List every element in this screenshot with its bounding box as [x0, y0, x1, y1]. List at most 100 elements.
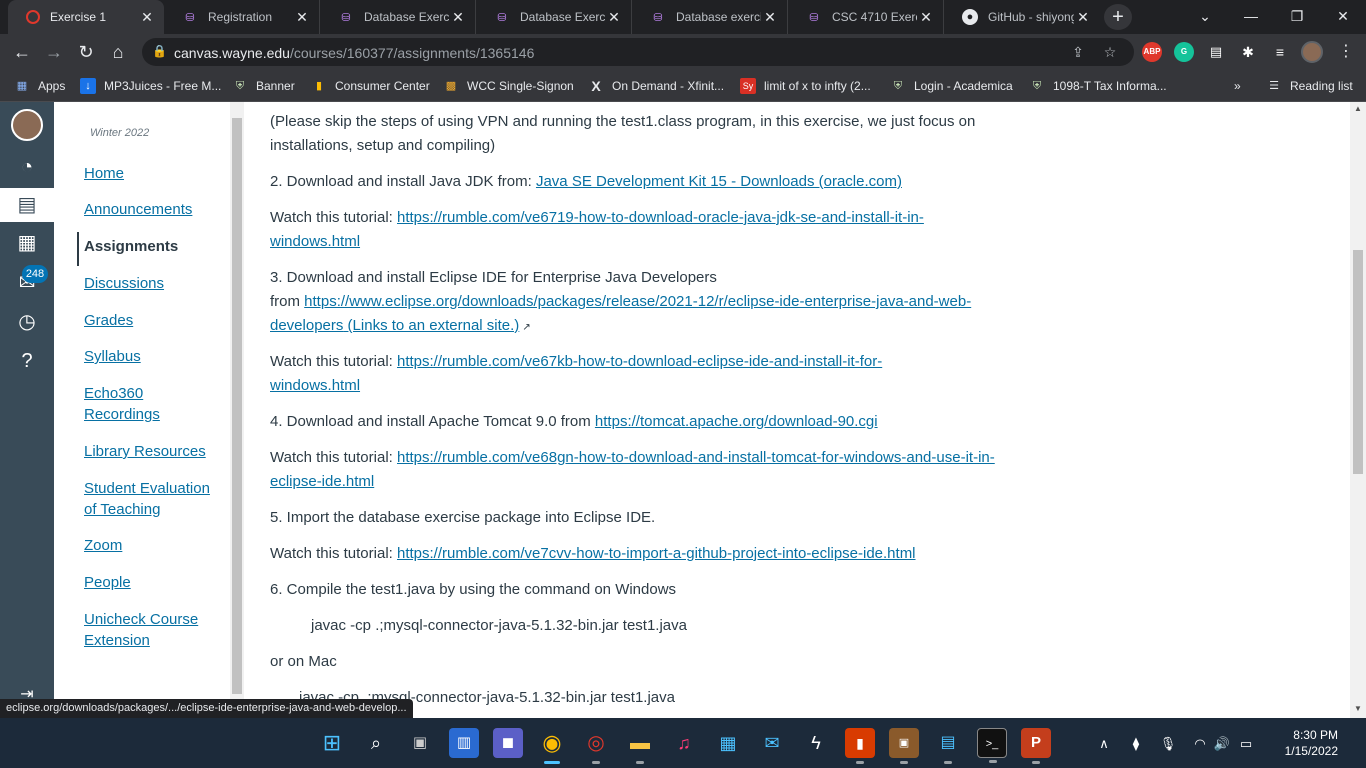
file-explorer-icon[interactable]: ▬ — [625, 728, 655, 764]
powerpoint-icon[interactable]: P — [1021, 728, 1051, 764]
bookmark-consumer-center[interactable]: ▮ Consumer Center — [311, 76, 430, 96]
page-scrollbar[interactable]: ▲ ▼ — [1350, 102, 1366, 718]
media-control-icon[interactable]: ≡ — [1270, 42, 1290, 62]
database-icon: ⛁ — [185, 11, 195, 24]
course-nav-grades[interactable]: Grades — [84, 310, 224, 331]
close-window-button[interactable]: ✕ — [1320, 0, 1366, 34]
courses-icon[interactable]: ▤ — [0, 188, 54, 222]
office-icon[interactable]: ▮ — [845, 728, 875, 764]
minimize-button[interactable]: — — [1228, 0, 1274, 34]
system-clock[interactable]: 8:30 PM 1/15/2022 — [1262, 727, 1338, 759]
adblock-icon[interactable]: ABP — [1142, 42, 1162, 62]
tab-registration[interactable]: ⛁ Registration ✕ — [164, 0, 320, 34]
course-nav-unicheck[interactable]: Unicheck Course Extension — [84, 609, 224, 651]
close-icon[interactable]: ✕ — [761, 9, 779, 26]
share-icon[interactable]: ⇪ — [1068, 42, 1088, 62]
reload-button[interactable]: ↻ — [73, 39, 99, 65]
course-nav-echo360[interactable]: Echo360 Recordings — [84, 383, 174, 425]
course-nav-syllabus[interactable]: Syllabus — [84, 346, 224, 367]
global-navigation: ◔ ▤ ▦ ✉ 248 ◷ ? ⇥ — [0, 102, 54, 718]
task-view-icon[interactable]: ▣ — [405, 728, 435, 758]
course-nav-student-evaluation[interactable]: Student Evaluation of Teaching — [84, 478, 224, 520]
bookmark-wcc[interactable]: ▩ WCC Single-Signon — [443, 76, 574, 96]
game-icon[interactable]: ▣ — [889, 728, 919, 764]
url-text[interactable]: canvas.wayne.edu/courses/160377/assignme… — [174, 45, 534, 61]
course-nav-library[interactable]: Library Resources — [84, 441, 224, 462]
help-icon[interactable]: ? — [12, 346, 42, 376]
bookmark-banner[interactable]: ⛨ Banner — [232, 76, 295, 96]
wifi-icon[interactable]: ◠ — [1190, 734, 1210, 754]
import-tutorial-link[interactable]: https://rumble.com/ve7cvv-how-to-import-… — [397, 545, 916, 562]
bookmark-1098t[interactable]: ⛨ 1098-T Tax Informa... — [1029, 76, 1167, 96]
bookmark-xfinity[interactable]: X On Demand - Xfinit... — [588, 76, 724, 96]
remote-desktop-icon[interactable]: ▤ — [933, 728, 963, 764]
close-icon[interactable]: ✕ — [917, 9, 935, 26]
tomcat-download-link[interactable]: https://tomcat.apache.org/download-90.cg… — [595, 413, 878, 430]
microsoft-store-icon[interactable]: ▦ — [713, 728, 743, 758]
dropbox-icon[interactable]: ⧫ — [1126, 734, 1146, 754]
course-nav-home[interactable]: Home — [84, 163, 224, 184]
course-nav-zoom[interactable]: Zoom — [84, 535, 224, 556]
teams-chat-icon[interactable]: ◼ — [493, 728, 523, 758]
tab-database-exercise-2[interactable]: ⛁ Database Exercis ✕ — [476, 0, 632, 34]
course-nav-people[interactable]: People — [84, 572, 224, 593]
bookmark-mp3juices[interactable]: ↓ MP3Juices - Free M... — [80, 76, 221, 96]
scroll-thumb[interactable] — [1353, 250, 1363, 474]
back-button[interactable]: ← — [9, 39, 35, 65]
restore-button[interactable]: ❐ — [1274, 0, 1320, 34]
jdk-download-link[interactable]: Java SE Development Kit 15 - Downloads (… — [536, 173, 902, 190]
tab-exercise-1[interactable]: Exercise 1 ✕ — [8, 0, 164, 34]
address-bar[interactable]: 🔒 canvas.wayne.edu/courses/160377/assign… — [142, 38, 1134, 66]
scroll-up-icon[interactable]: ▲ — [1353, 104, 1363, 113]
search-icon[interactable]: ⌕ — [361, 728, 391, 758]
windows-start-icon[interactable]: ⊞ — [317, 728, 347, 758]
bookmark-symbolab[interactable]: Sy limit of x to infty (2... — [740, 76, 871, 96]
calendar-icon[interactable]: ▦ — [12, 228, 42, 258]
chrome-icon[interactable]: ◉ — [537, 728, 567, 764]
reading-list-button[interactable]: ☰ Reading list — [1266, 76, 1353, 96]
app-icon-ring[interactable]: ◎ — [581, 728, 611, 764]
show-hidden-icons[interactable]: ∧ — [1094, 734, 1114, 754]
close-icon[interactable]: ✕ — [138, 9, 156, 26]
close-icon[interactable]: ✕ — [605, 9, 623, 26]
tab-database-exercise-1[interactable]: ⛁ Database Exercis ✕ — [320, 0, 476, 34]
extension-icon[interactable]: ▤ — [1206, 42, 1226, 62]
bookmark-apps[interactable]: ▦ Apps — [14, 76, 66, 96]
course-nav-announcements[interactable]: Announcements — [84, 199, 224, 220]
tab-search-icon[interactable]: ⌄ — [1182, 0, 1228, 34]
close-icon[interactable]: ✕ — [449, 9, 467, 26]
account-avatar[interactable] — [11, 109, 43, 141]
itunes-icon[interactable]: ♫ — [669, 728, 699, 758]
widgets-icon[interactable]: ▥ — [449, 728, 479, 758]
home-button[interactable]: ⌂ — [105, 39, 131, 65]
forward-button[interactable]: → — [41, 39, 67, 65]
scroll-thumb[interactable] — [232, 118, 242, 694]
more-menu-icon[interactable]: ⋮ — [1335, 39, 1357, 65]
course-nav-assignments[interactable]: Assignments — [84, 236, 224, 257]
dashboard-icon[interactable]: ◔ — [12, 152, 42, 182]
extensions-puzzle-icon[interactable]: ✱ — [1238, 42, 1258, 62]
scroll-down-icon[interactable]: ▼ — [1353, 704, 1363, 713]
terminal-icon[interactable]: >_ — [977, 728, 1007, 763]
tab-github[interactable]: ● GitHub - shiyong ✕ — [944, 0, 1100, 34]
profile-avatar[interactable] — [1301, 41, 1323, 63]
history-icon[interactable]: ◷ — [12, 307, 42, 337]
course-nav-scrollbar[interactable] — [230, 102, 244, 718]
app-icon-bolt[interactable]: ϟ — [801, 728, 831, 758]
database-icon: ⛁ — [341, 11, 351, 24]
grammarly-icon[interactable]: G — [1174, 42, 1194, 62]
microphone-icon[interactable]: 🎙 — [1158, 734, 1178, 754]
close-icon[interactable]: ✕ — [293, 9, 311, 26]
tab-csc-4710[interactable]: ⛁ CSC 4710 Exercis ✕ — [788, 0, 944, 34]
bookmark-star-icon[interactable]: ☆ — [1100, 42, 1120, 62]
eclipse-download-link[interactable]: https://www.eclipse.org/downloads/packag… — [270, 293, 971, 334]
mail-icon[interactable]: ✉ — [757, 728, 787, 758]
bookmark-academica[interactable]: ⛨ Login - Academica — [890, 76, 1013, 96]
more-bookmarks-icon[interactable]: » — [1234, 76, 1241, 96]
new-tab-button[interactable]: + — [1104, 4, 1132, 30]
volume-icon[interactable]: 🔊 — [1212, 734, 1232, 754]
battery-icon[interactable]: ▭ — [1236, 734, 1256, 754]
tab-database-exercise-3[interactable]: ⛁ Database exercis ✕ — [632, 0, 788, 34]
course-nav-discussions[interactable]: Discussions — [84, 273, 224, 294]
close-icon[interactable]: ✕ — [1074, 9, 1092, 26]
